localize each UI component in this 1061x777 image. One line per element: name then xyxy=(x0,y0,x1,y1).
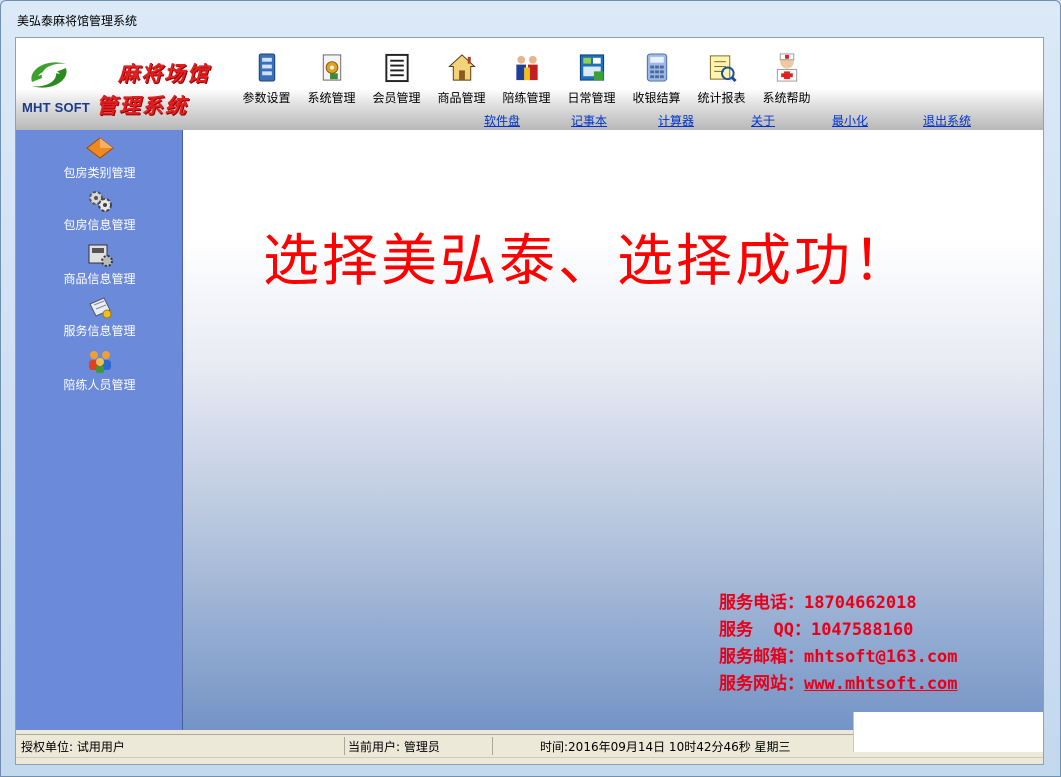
main-toolbar: 参数设置 系统管理 会员管理 商品管理 陪练管理 日常管理 收银结算 统计报表 … xyxy=(234,50,819,110)
sidebar-item-label: 包房类别管理 xyxy=(63,166,136,180)
window-title: 美弘泰麻将馆管理系统 xyxy=(17,14,138,28)
contact-site-label: 服务网站： xyxy=(719,674,804,694)
sidebar-item-trainer-staff[interactable]: 陪练人员管理 xyxy=(16,348,183,396)
toolbar-label: 会员管理 xyxy=(372,91,421,105)
sidebar-item-label: 包房信息管理 xyxy=(63,218,136,232)
contact-phone-row: 服务电话：18704662018 xyxy=(719,590,958,617)
toolbar-label: 收银结算 xyxy=(632,91,681,105)
contact-site-link[interactable]: www.mhtsoft.com xyxy=(804,674,958,694)
client-area: MHT SOFT 麻将场馆 管理系统 参数设置 系统管理 会员管理 商品管理 陪… xyxy=(15,37,1044,765)
toolbar-label: 系统管理 xyxy=(307,91,356,105)
contact-email: mhtsoft@163.com xyxy=(804,647,958,667)
header: MHT SOFT 麻将场馆 管理系统 参数设置 系统管理 会员管理 商品管理 陪… xyxy=(16,38,1043,130)
status-divider xyxy=(492,737,493,755)
contact-info: 服务电话：18704662018 服务 QQ：1047588160 服务邮箱：m… xyxy=(719,590,958,698)
status-divider xyxy=(344,737,345,755)
contact-email-row: 服务邮箱：mhtsoft@163.com xyxy=(719,644,958,671)
goods-management-icon xyxy=(447,54,476,81)
parameter-settings-icon xyxy=(258,53,275,82)
toolbar-label: 日常管理 xyxy=(567,91,616,105)
sidebar-item-service-info[interactable]: 服务信息管理 xyxy=(16,294,183,342)
sidebar-item-label: 陪练人员管理 xyxy=(63,378,136,392)
link-about[interactable]: 关于 xyxy=(751,112,775,129)
trainer-staff-icon xyxy=(88,351,111,373)
toolbar-trainer-management-button[interactable]: 陪练管理 xyxy=(494,50,559,106)
sidebar-item-room-category[interactable]: 包房类别管理 xyxy=(16,136,183,184)
link-calculator[interactable]: 计算器 xyxy=(658,112,694,129)
daily-management-icon xyxy=(579,54,604,81)
member-management-icon xyxy=(384,53,409,83)
toolbar-label: 统计报表 xyxy=(697,91,746,105)
system-management-icon xyxy=(322,54,341,81)
link-notepad[interactable]: 记事本 xyxy=(571,112,607,129)
status-lower-strip xyxy=(16,757,1043,764)
trainer-management-icon xyxy=(515,55,538,81)
contact-site-row: 服务网站：www.mhtsoft.com xyxy=(719,671,958,698)
sidebar-item-room-info[interactable]: 包房信息管理 xyxy=(16,188,183,236)
toolbar-parameter-settings-button[interactable]: 参数设置 xyxy=(234,50,299,106)
contact-qq: 1047588160 xyxy=(810,620,914,640)
toolbar-cashier-button[interactable]: 收银结算 xyxy=(624,50,689,106)
toolbar-label: 系统帮助 xyxy=(762,91,811,105)
sidebar-item-goods-info[interactable]: 商品信息管理 xyxy=(16,242,183,290)
toolbar-goods-management-button[interactable]: 商品管理 xyxy=(429,50,494,106)
toolbar-system-management-button[interactable]: 系统管理 xyxy=(299,50,364,106)
logo-swoosh-icon xyxy=(31,62,67,88)
toolbar-label: 商品管理 xyxy=(437,91,486,105)
app-window: 美弘泰麻将馆管理系统 MHT SOFT 麻将场馆 管理系统 参数设置 系统管理 … xyxy=(0,0,1061,777)
contact-email-label: 服务邮箱： xyxy=(719,647,804,667)
statistics-report-icon xyxy=(709,55,737,83)
link-soft-keyboard[interactable]: 软件盘 xyxy=(484,112,520,129)
status-auth-unit: 授权单位: 试用用户 xyxy=(21,740,125,754)
slogan-banner: 选择美弘泰、选择成功！ xyxy=(263,229,912,294)
cashier-calculator-icon xyxy=(646,53,667,82)
logo-title-line1: 麻将场馆 xyxy=(118,61,210,86)
quick-links-bar: 软件盘 记事本 计算器 关于 最小化 退出系统 xyxy=(16,112,1043,129)
toolbar-label: 陪练管理 xyxy=(502,91,551,105)
contact-qq-row: 服务 QQ：1047588160 xyxy=(719,617,958,644)
status-current-user: 当前用户: 管理员 xyxy=(348,740,440,754)
help-medic-icon xyxy=(776,53,797,82)
contact-phone: 18704662018 xyxy=(804,593,917,613)
room-info-gears-icon xyxy=(88,191,112,212)
sidebar-item-label: 商品信息管理 xyxy=(63,272,136,286)
toolbar-label: 参数设置 xyxy=(242,91,291,105)
service-info-icon xyxy=(88,297,111,319)
goods-info-icon xyxy=(88,244,113,267)
link-minimize[interactable]: 最小化 xyxy=(832,112,868,129)
status-datetime: 时间:2016年09月14日 10时42分46秒 星期三 xyxy=(540,740,791,754)
toolbar-statistics-report-button[interactable]: 统计报表 xyxy=(689,50,754,106)
contact-phone-label: 服务电话： xyxy=(719,593,804,613)
toolbar-help-button[interactable]: 系统帮助 xyxy=(754,50,819,106)
room-category-icon xyxy=(85,137,114,159)
toolbar-member-management-button[interactable]: 会员管理 xyxy=(364,50,429,106)
main-panel: 选择美弘泰、选择成功！ 服务电话：18704662018 服务 QQ：10475… xyxy=(183,130,1043,730)
corner-overlay xyxy=(853,712,1043,752)
contact-qq-label: 服务 QQ： xyxy=(719,620,811,640)
sidebar: 包房类别管理 包房信息管理 商品信息管理 服务信息管理 陪练人员管理 xyxy=(16,130,183,730)
toolbar-daily-management-button[interactable]: 日常管理 xyxy=(559,50,624,106)
sidebar-item-label: 服务信息管理 xyxy=(63,324,136,338)
link-exit-system[interactable]: 退出系统 xyxy=(923,112,971,129)
